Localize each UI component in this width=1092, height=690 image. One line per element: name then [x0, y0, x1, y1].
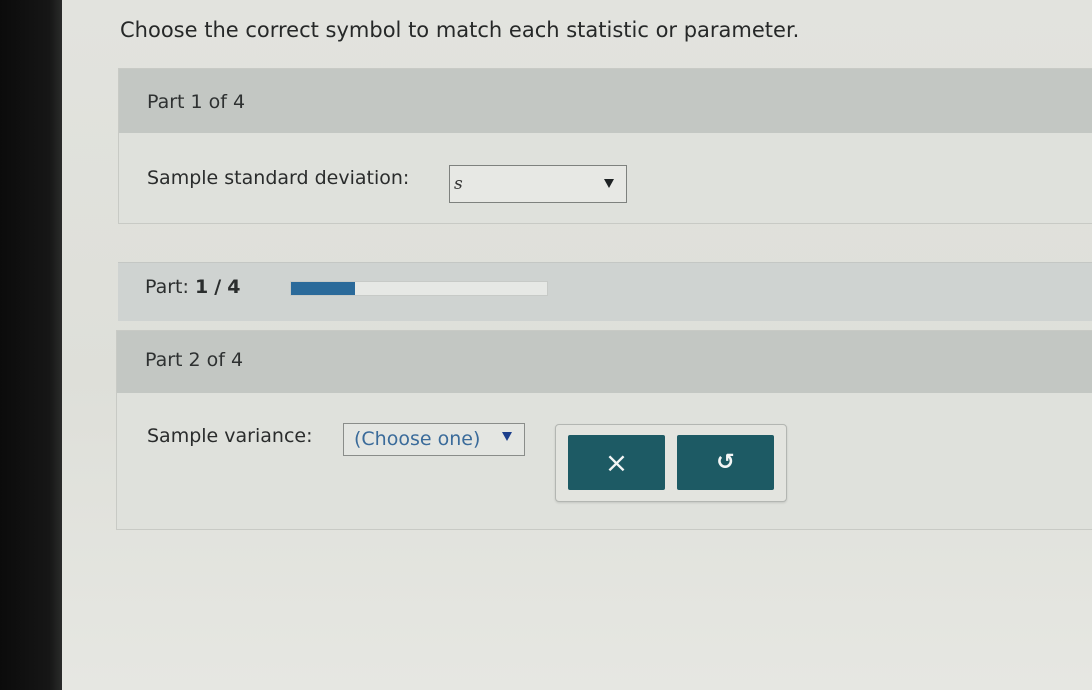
- part-2-symbol-select[interactable]: (Choose one): [343, 423, 525, 456]
- part-1-symbol-select[interactable]: s: [449, 165, 627, 203]
- progress-track: [290, 281, 548, 296]
- part-2-selected-value: (Choose one): [354, 428, 481, 450]
- progress-label: Part: 1 / 4: [145, 276, 240, 298]
- answer-actions: × ↺: [555, 424, 787, 502]
- part-1-header: Part 1 of 4: [119, 69, 1092, 133]
- progress-label-prefix: Part:: [145, 276, 189, 298]
- part-1-selected-value: s: [454, 174, 463, 194]
- progress-total: 4: [227, 276, 241, 298]
- progress-separator: /: [214, 276, 222, 298]
- screen-bezel: [0, 0, 62, 690]
- question-text: Choose the correct symbol to match each …: [120, 18, 800, 42]
- part-1-prompt: Sample standard deviation:: [147, 167, 410, 189]
- progress-fill: [291, 282, 355, 295]
- dropdown-arrow-icon: [502, 432, 512, 441]
- undo-icon: ↺: [716, 449, 735, 475]
- close-icon: ×: [604, 445, 629, 479]
- progress-bar-section: Part: 1 / 4: [118, 262, 1092, 321]
- part-2-prompt: Sample variance:: [147, 425, 313, 447]
- clear-button[interactable]: ×: [568, 435, 665, 490]
- dropdown-arrow-icon: [604, 179, 614, 188]
- progress-current: 1: [194, 276, 209, 298]
- part-2-header: Part 2 of 4: [117, 331, 1092, 393]
- undo-button[interactable]: ↺: [677, 435, 774, 490]
- part-1-card: Part 1 of 4 Sample standard deviation: s: [118, 68, 1092, 224]
